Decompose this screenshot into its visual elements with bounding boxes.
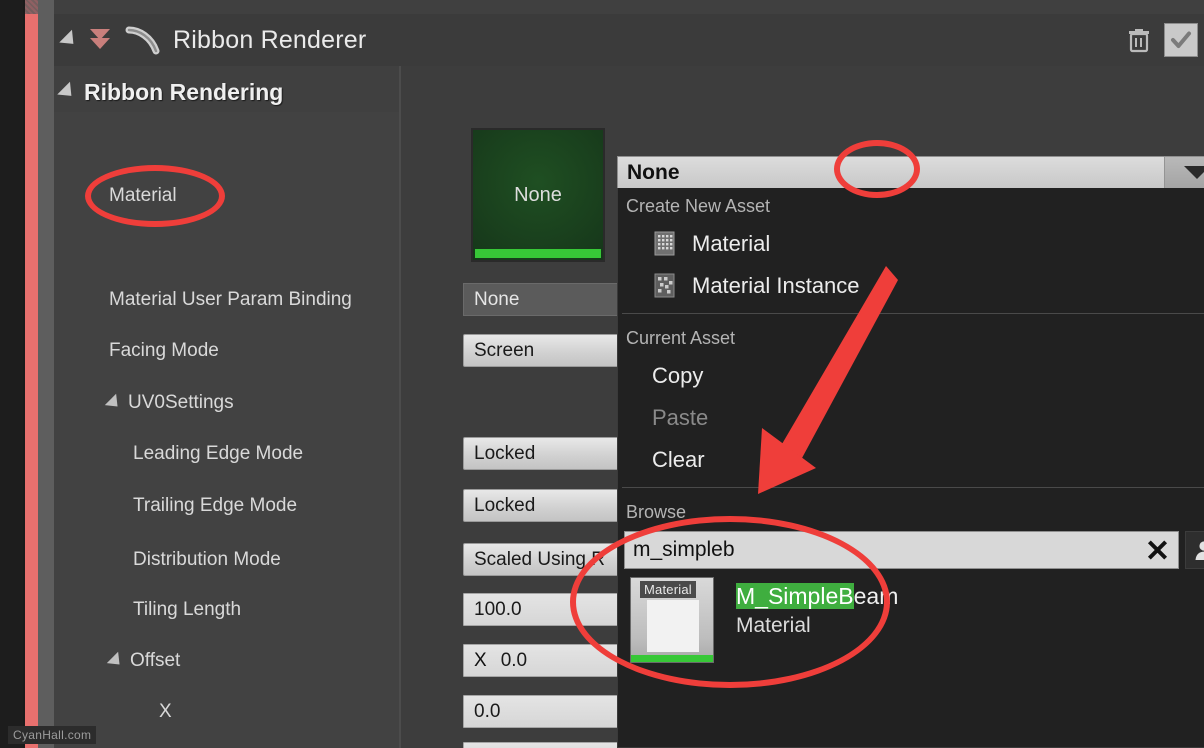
page-title: Ribbon Renderer bbox=[173, 25, 367, 54]
field-value: Screen bbox=[474, 339, 535, 361]
material-instance-asset-icon bbox=[652, 272, 678, 300]
property-label-text: Tiling Length bbox=[133, 599, 242, 620]
triangle-expanded-icon[interactable] bbox=[59, 29, 80, 51]
menu-group-title-current-asset: Current Asset bbox=[626, 328, 736, 348]
check-icon bbox=[1171, 31, 1191, 48]
property-label-offset-x[interactable]: X bbox=[54, 696, 399, 728]
menu-item-material-instance[interactable]: Material Instance bbox=[618, 265, 1204, 307]
asset-result-type: Material bbox=[736, 614, 811, 637]
search-input-value: m_simpleb bbox=[633, 538, 735, 561]
property-label-distribution-mode[interactable]: Distribution Mode bbox=[54, 544, 399, 576]
property-label-tiling-length[interactable]: Tiling Length bbox=[54, 594, 399, 626]
property-label-text: Material User Param Binding bbox=[109, 289, 352, 310]
asset-result-text: M_SimpleBeam Material bbox=[736, 577, 898, 638]
property-label-text: Leading Edge Mode bbox=[133, 443, 304, 464]
left-gutter-grey bbox=[38, 0, 54, 748]
field-value: 0.0 bbox=[474, 700, 501, 722]
property-label-offset[interactable]: Offset bbox=[54, 645, 399, 677]
menu-item-label: Copy bbox=[652, 363, 704, 388]
details-panel: Ribbon Renderer Ribbon Rendering Materia… bbox=[54, 0, 1204, 748]
section-title: Ribbon Rendering bbox=[84, 78, 284, 105]
field-value: 100.0 bbox=[474, 598, 522, 620]
left-gutter-dark bbox=[0, 0, 23, 748]
menu-item-label: Paste bbox=[652, 405, 709, 430]
field-value: 0.0 bbox=[500, 649, 528, 671]
property-label-material-user-param-binding[interactable]: Material User Param Binding bbox=[54, 284, 399, 316]
watermark: CyanHall.com bbox=[8, 726, 97, 744]
triangle-expanded-icon[interactable] bbox=[57, 81, 78, 103]
asset-name-match: M_SimpleB bbox=[736, 583, 854, 609]
thumbnail-type-bar bbox=[475, 249, 601, 258]
field-value: Locked bbox=[474, 494, 536, 516]
property-label-text: UV0Settings bbox=[128, 392, 234, 413]
asset-thumbnail-preview bbox=[647, 600, 699, 652]
property-label-trailing-edge-mode[interactable]: Trailing Edge Mode bbox=[54, 490, 399, 522]
material-asset-picker[interactable]: None bbox=[617, 156, 1204, 189]
module-enabled-checkbox[interactable] bbox=[1164, 23, 1198, 57]
asset-thumbnail-type-bar bbox=[631, 655, 713, 662]
menu-separator bbox=[622, 487, 1204, 488]
asset-picker-dropdown-button[interactable] bbox=[1164, 157, 1204, 188]
material-thumbnail-label: None bbox=[514, 183, 562, 206]
triangle-expanded-icon[interactable] bbox=[104, 393, 124, 413]
field-value: Scaled Using R bbox=[474, 548, 605, 570]
menu-item-copy[interactable]: Copy bbox=[618, 355, 1204, 397]
asset-thumbnail[interactable]: Material bbox=[630, 577, 714, 663]
menu-item-label: Material Instance bbox=[692, 273, 860, 298]
property-label-text: Facing Mode bbox=[109, 340, 219, 361]
app-root: Ribbon Renderer Ribbon Rendering Materia… bbox=[0, 0, 1204, 748]
close-x-icon[interactable] bbox=[1144, 537, 1170, 563]
menu-item-material[interactable]: Material bbox=[618, 223, 1204, 265]
search-result-item[interactable]: Material M_SimpleBeam Material bbox=[618, 569, 1204, 663]
property-label-text: Offset bbox=[130, 650, 181, 671]
ribbon-curve-icon bbox=[123, 25, 163, 55]
user-icon bbox=[1195, 541, 1204, 560]
menu-separator bbox=[622, 313, 1204, 314]
field-value: Locked bbox=[474, 442, 536, 464]
asset-search-row: m_simpleb bbox=[618, 531, 1204, 569]
property-label-text: X bbox=[159, 701, 172, 722]
section-header-ribbon-rendering[interactable]: Ribbon Rendering bbox=[54, 72, 399, 112]
menu-group-title-create-new-asset: Create New Asset bbox=[626, 196, 771, 216]
module-header[interactable]: Ribbon Renderer bbox=[54, 14, 1204, 66]
search-input[interactable]: m_simpleb bbox=[624, 531, 1179, 569]
material-thumbnail[interactable]: None bbox=[471, 128, 605, 262]
left-gutter-accent-stripe bbox=[25, 0, 38, 748]
menu-item-label: Material bbox=[692, 231, 771, 256]
triangle-expanded-icon[interactable] bbox=[106, 651, 126, 671]
property-label-material[interactable]: Material bbox=[54, 180, 399, 212]
left-gutter-accent-cap bbox=[25, 0, 38, 14]
material-asset-icon bbox=[652, 230, 678, 258]
asset-thumbnail-type-tag: Material bbox=[640, 581, 696, 598]
chevron-down-icon bbox=[1183, 166, 1204, 179]
user-filter-button[interactable] bbox=[1185, 531, 1204, 569]
trash-icon[interactable] bbox=[1122, 23, 1156, 57]
double-chevron-down-icon[interactable] bbox=[87, 27, 113, 53]
property-label-facing-mode[interactable]: Facing Mode bbox=[54, 335, 399, 367]
property-label-uv0settings[interactable]: UV0Settings bbox=[54, 387, 399, 419]
axis-label-x: X bbox=[474, 649, 487, 671]
asset-name-rest: eam bbox=[853, 583, 899, 609]
menu-group-title-browse: Browse bbox=[626, 502, 687, 522]
menu-item-paste: Paste bbox=[618, 397, 1204, 439]
column-divider[interactable] bbox=[399, 66, 401, 748]
asset-picker-value: None bbox=[627, 160, 680, 184]
asset-result-name: M_SimpleBeam bbox=[736, 583, 898, 610]
menu-item-clear[interactable]: Clear bbox=[618, 439, 1204, 481]
property-label-text: Trailing Edge Mode bbox=[133, 495, 298, 516]
property-label-leading-edge-mode[interactable]: Leading Edge Mode bbox=[54, 438, 399, 470]
asset-picker-dropdown-menu: Create New Asset Material Material Insta… bbox=[617, 188, 1204, 748]
field-value: None bbox=[474, 288, 520, 310]
property-label-text: Distribution Mode bbox=[133, 549, 281, 570]
property-label-text: Material bbox=[109, 185, 177, 206]
menu-item-label: Clear bbox=[652, 447, 705, 472]
